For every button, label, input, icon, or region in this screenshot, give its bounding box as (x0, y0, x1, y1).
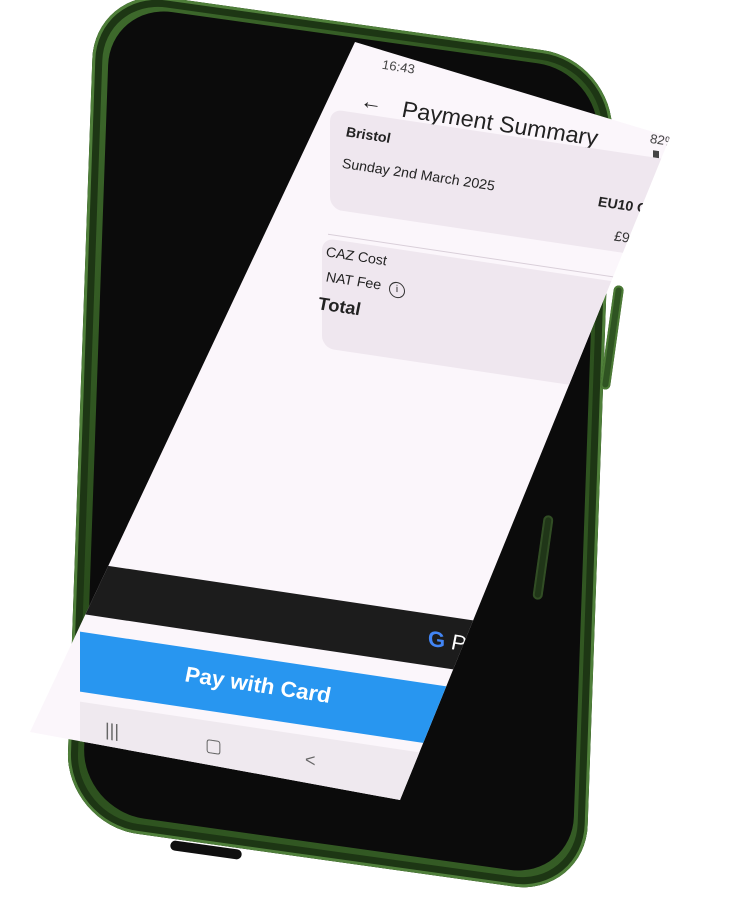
nat-fee-text: NAT Fee (326, 268, 381, 293)
vehicle-plate: EU10 OAJ (598, 193, 666, 220)
trip-amount: £9.00 (614, 227, 650, 249)
google-g-icon: G (428, 625, 446, 654)
info-icon[interactable]: i (388, 280, 405, 300)
back-arrow-icon[interactable]: ← (360, 87, 382, 116)
status-time: 16:43 (382, 56, 415, 77)
caz-cost-label: CAZ Cost (326, 243, 387, 269)
recents-icon[interactable]: ||| (105, 719, 119, 742)
total-label: Total (318, 293, 361, 320)
phone-mockup: 16:43 82% ← Payment Summary Bristol Sund… (0, 0, 731, 899)
trip-city: Bristol (346, 123, 391, 147)
trip-date: Sunday 2nd March 2025 (342, 154, 495, 194)
home-icon[interactable]: ▢ (205, 734, 222, 758)
back-nav-icon[interactable]: < (305, 749, 316, 772)
pay-with-card-label: Pay with Card (185, 661, 331, 709)
leaf-mascot-icon (670, 176, 690, 214)
nat-fee-label: NAT Fee i (326, 268, 405, 300)
